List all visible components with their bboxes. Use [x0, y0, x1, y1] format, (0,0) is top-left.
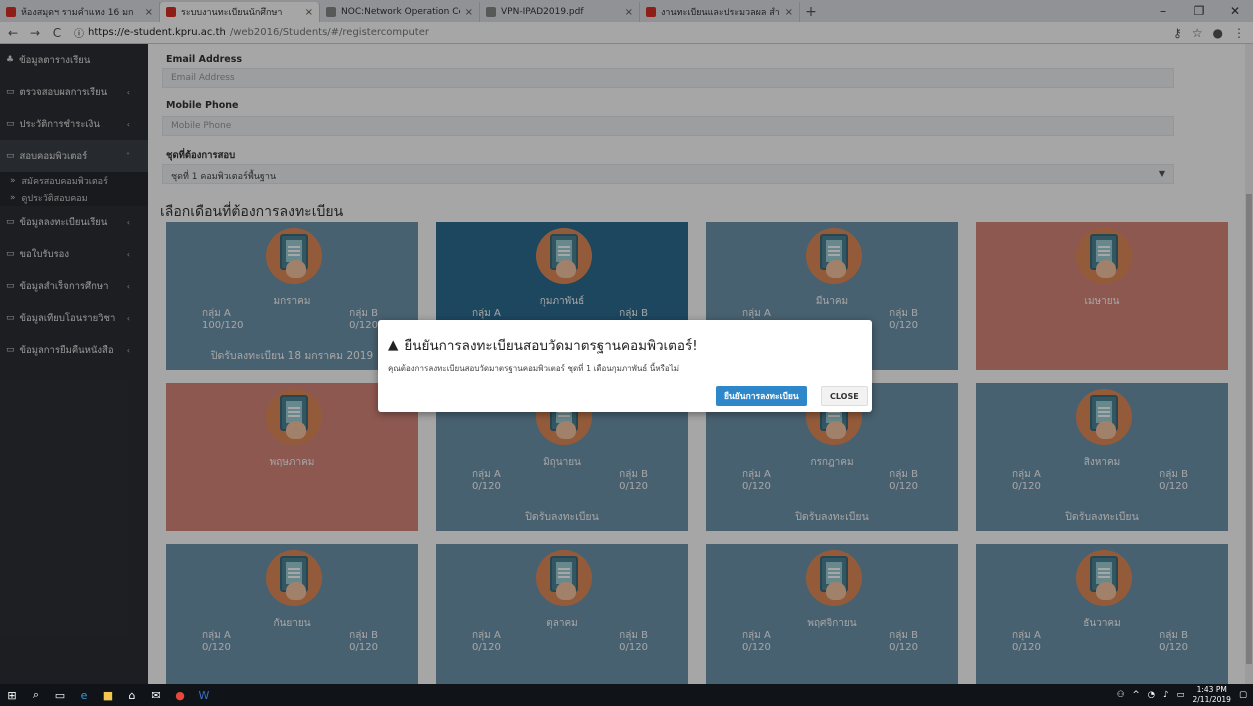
show-hidden-icon[interactable]: ^ [1132, 690, 1139, 700]
store-icon[interactable]: ⌂ [120, 684, 144, 706]
mail-icon[interactable]: ✉ [144, 684, 168, 706]
warning-icon: ▲ [388, 337, 399, 353]
clock[interactable]: 1:43 PM 2/11/2019 [1193, 685, 1231, 705]
edge-icon[interactable]: e [72, 684, 96, 706]
system-tray: ⚇ ^ ◔ ♪ ▭ 1:43 PM 2/11/2019 ▢ [1117, 685, 1247, 705]
modal-title: ยืนยันการลงทะเบียนสอบวัดมาตรฐานคอมพิวเตอ… [404, 338, 698, 354]
clock-time: 1:43 PM [1196, 685, 1227, 694]
os-taskbar: ⊞ ⌕ ▭ e ■ ⌂ ✉ ● W ⚇ ^ ◔ ♪ ▭ 1:43 PM 2/11… [0, 684, 1253, 706]
file-explorer-icon[interactable]: ■ [96, 684, 120, 706]
network-icon[interactable]: ◔ [1148, 690, 1155, 700]
volume-icon[interactable]: ♪ [1163, 690, 1168, 700]
windows-start-icon[interactable]: ⊞ [0, 684, 24, 706]
clock-date: 2/11/2019 [1192, 695, 1231, 704]
confirm-modal: ▲ ยืนยันการลงทะเบียนสอบวัดมาตรฐานคอมพิวเต… [378, 320, 872, 412]
chrome-icon[interactable]: ● [168, 684, 192, 706]
battery-icon[interactable]: ▭ [1176, 690, 1184, 700]
people-icon[interactable]: ⚇ [1117, 690, 1125, 700]
search-icon[interactable]: ⌕ [24, 684, 48, 706]
confirm-register-button[interactable]: ยืนยันการลงทะเบียน [716, 386, 807, 406]
close-button[interactable]: CLOSE [821, 386, 868, 406]
notifications-icon[interactable]: ▢ [1239, 690, 1247, 700]
modal-body: คุณต้องการลงทะเบียนสอบวัดมาตรฐานคอมพิวเต… [388, 364, 679, 373]
task-view-icon[interactable]: ▭ [48, 684, 72, 706]
word-icon[interactable]: W [192, 684, 216, 706]
